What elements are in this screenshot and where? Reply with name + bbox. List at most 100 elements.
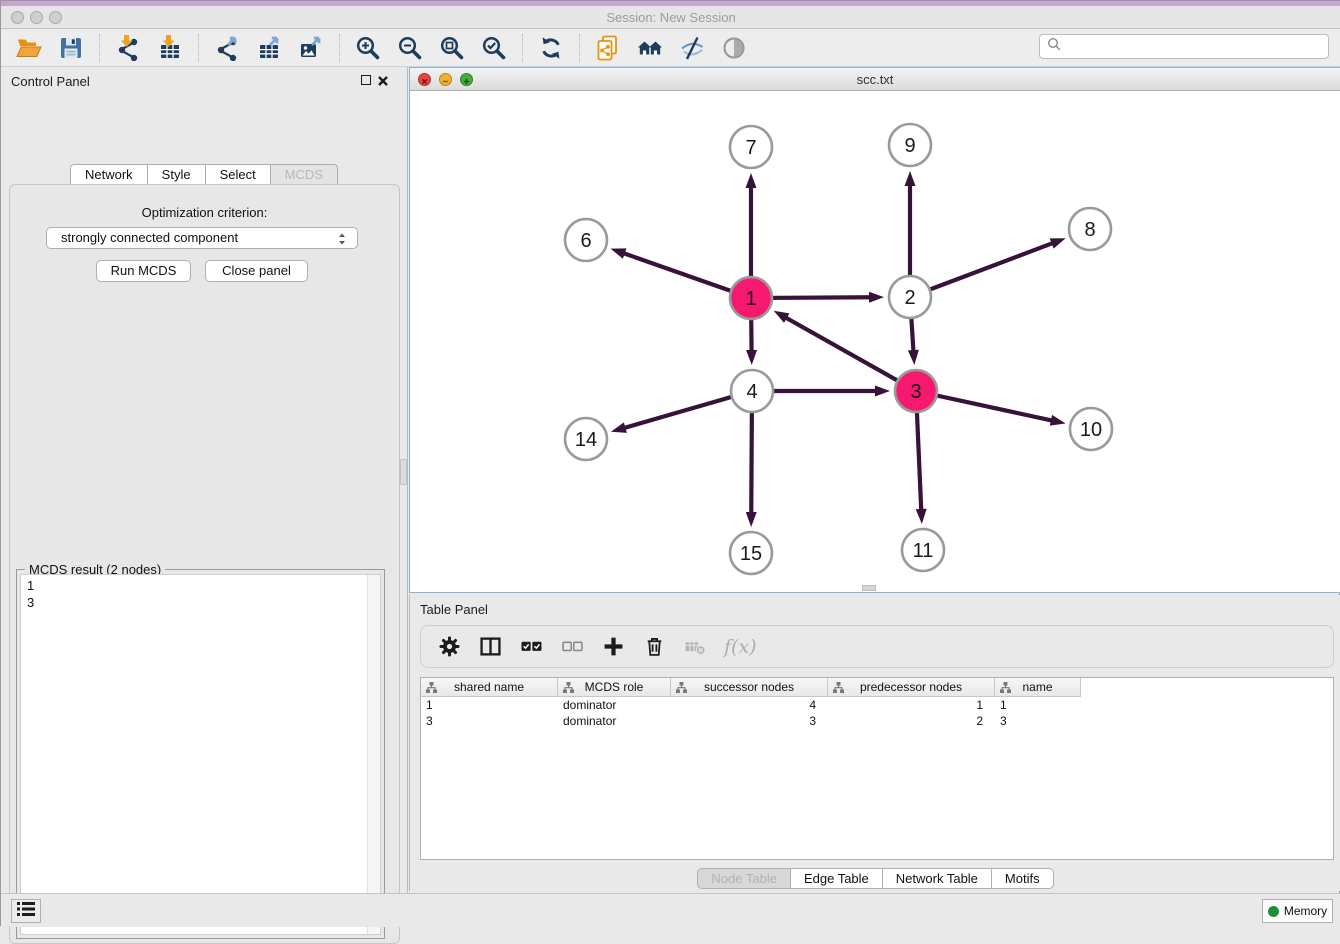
app-titlebar: Session: New Session	[1, 1, 1340, 29]
table-header-row: shared nameMCDS role successor nodes prede…	[421, 678, 1081, 697]
search-input[interactable]	[1068, 39, 1328, 54]
tab-motifs[interactable]: Motifs	[992, 868, 1054, 889]
task-list-icon	[16, 901, 36, 922]
memory-button[interactable]: Memory	[1262, 899, 1333, 923]
import-table-icon[interactable]	[156, 34, 184, 62]
graph-node-label: 7	[745, 137, 756, 159]
memory-status-icon	[1268, 906, 1279, 917]
column-header-label: predecessor nodes	[860, 680, 962, 694]
add-row-icon[interactable]	[601, 635, 625, 659]
graph-node-label: 1	[745, 288, 756, 310]
table-row[interactable]: 1dominator411	[421, 697, 1081, 713]
gear-icon[interactable]	[437, 635, 461, 659]
column-header-successor-nodes[interactable]: successor nodes	[671, 678, 828, 697]
table-panel-title: Table Panel	[420, 602, 488, 617]
memory-button-label: Memory	[1284, 904, 1327, 918]
tab-select[interactable]: Select	[206, 164, 271, 185]
refresh-icon[interactable]	[537, 34, 565, 62]
deselect-all-icon[interactable]	[560, 635, 584, 659]
float-panel-icon[interactable]	[361, 75, 371, 85]
edge-2-8[interactable]	[910, 242, 1054, 297]
column-header-label: successor nodes	[704, 680, 794, 694]
titlebar-accent	[1, 1, 1340, 6]
delete-row-icon[interactable]	[642, 635, 666, 659]
export-network-icon[interactable]	[213, 34, 241, 62]
zoom-out-icon[interactable]	[396, 34, 424, 62]
open-folder-icon[interactable]	[15, 34, 43, 62]
app-title: Session: New Session	[1, 10, 1340, 25]
cell-predecessor-nodes: 2	[828, 713, 995, 729]
column-header-name[interactable]: name	[995, 678, 1081, 697]
column-header-shared-name[interactable]: shared name	[421, 678, 558, 697]
graph-node-label: 8	[1084, 219, 1095, 241]
mcds-result-line: 1	[27, 577, 374, 594]
zoom-selected-icon[interactable]	[480, 34, 508, 62]
edge-arrowhead	[1050, 238, 1066, 248]
column-header-label: name	[1022, 680, 1052, 694]
edge-arrowhead	[774, 311, 790, 323]
cell-name: 1	[995, 697, 1081, 713]
cell-MCDS-role: dominator	[558, 697, 671, 713]
criterion-dropdown[interactable]: strongly connected component	[46, 227, 358, 249]
graph-node-label: 15	[740, 543, 762, 565]
toolbar-group	[580, 34, 762, 62]
column-header-predecessor-nodes[interactable]: predecessor nodes	[828, 678, 995, 697]
mcds-result-textarea[interactable]: 13	[20, 574, 381, 935]
canvas-scrollbar-thumb[interactable]	[862, 585, 876, 591]
tab-style[interactable]: Style	[148, 164, 206, 185]
dropdown-stepper-icon	[335, 232, 349, 246]
panel-splitter-handle[interactable]	[400, 459, 407, 485]
tab-edge-table[interactable]: Edge Table	[791, 868, 883, 889]
export-image-icon[interactable]	[297, 34, 325, 62]
columns-icon[interactable]	[478, 635, 502, 659]
edge-arrowhead	[746, 350, 757, 365]
result-scrollbar[interactable]	[367, 575, 380, 934]
main-toolbar	[1, 29, 1340, 67]
graph-node-label: 10	[1080, 419, 1102, 441]
tab-node-table[interactable]: Node Table	[697, 868, 791, 889]
graph-node-label: 3	[910, 381, 921, 403]
cell-MCDS-role: dominator	[558, 713, 671, 729]
tab-mcds[interactable]: MCDS	[271, 164, 338, 185]
table-row[interactable]: 3dominator323	[421, 713, 1081, 729]
tab-network-table[interactable]: Network Table	[883, 868, 992, 889]
network-window-title: scc.txt	[410, 72, 1340, 87]
zoom-in-icon[interactable]	[354, 34, 382, 62]
close-panel-button[interactable]: Close panel	[205, 260, 308, 282]
criterion-dropdown-value: strongly connected component	[61, 230, 238, 245]
run-mcds-button[interactable]: Run MCDS	[96, 260, 191, 282]
network-canvas[interactable]: 7968124314101511	[410, 91, 1340, 592]
edge-arrowhead	[916, 509, 927, 524]
task-history-button[interactable]	[11, 899, 41, 923]
network-window-titlebar[interactable]: scc.txt	[410, 68, 1340, 91]
toolbar-group	[340, 34, 522, 62]
edge-arrowhead	[905, 171, 916, 186]
tab-network[interactable]: Network	[70, 164, 148, 185]
search-field[interactable]	[1039, 34, 1329, 59]
select-all-icon[interactable]	[519, 635, 543, 659]
close-panel-icon[interactable]	[377, 74, 389, 92]
save-icon[interactable]	[57, 34, 85, 62]
function-builder-icon[interactable]: f(x)	[724, 636, 757, 658]
eye-icon[interactable]	[720, 34, 748, 62]
cell-successor-nodes: 4	[671, 697, 828, 713]
cell-name: 3	[995, 713, 1081, 729]
control-panel-header: Control Panel	[1, 67, 407, 95]
homes-icon[interactable]	[636, 34, 664, 62]
shared-column-icon	[833, 682, 844, 696]
clone-network-icon[interactable]	[594, 34, 622, 62]
control-panel-title: Control Panel	[11, 74, 90, 89]
edge-3-1[interactable]	[784, 317, 916, 391]
shared-column-icon	[1000, 682, 1011, 696]
export-table-icon[interactable]	[255, 34, 283, 62]
network-view-window: scc.txt 7968124314101511	[409, 67, 1340, 593]
cell-shared-name: 1	[421, 697, 558, 713]
cell-predecessor-nodes: 1	[828, 697, 995, 713]
zoom-fit-icon[interactable]	[438, 34, 466, 62]
eye-slash-icon[interactable]	[678, 34, 706, 62]
cell-successor-nodes: 3	[671, 713, 828, 729]
delete-table-icon[interactable]	[683, 635, 707, 659]
column-header-MCDS-role[interactable]: MCDS role	[558, 678, 671, 697]
import-network-icon[interactable]	[114, 34, 142, 62]
graph-node-label: 14	[575, 429, 597, 451]
